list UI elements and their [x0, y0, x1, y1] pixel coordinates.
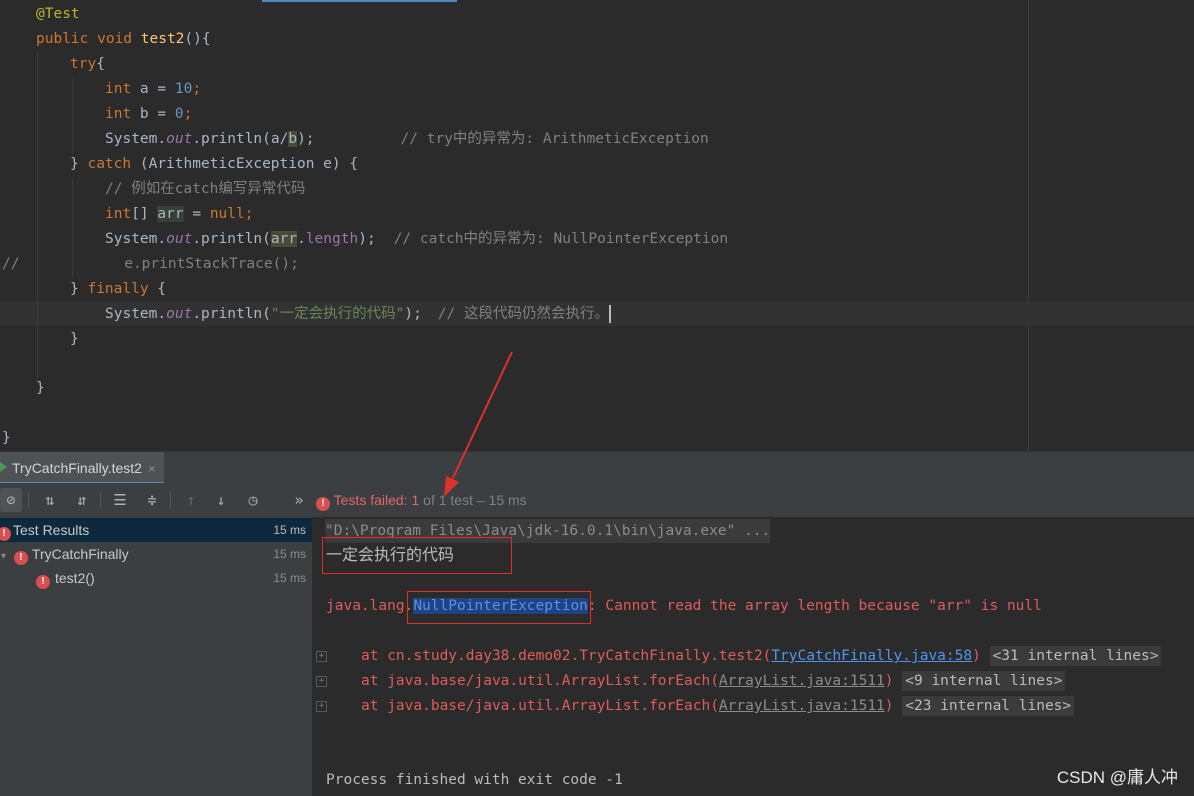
annotation-arrow — [444, 351, 513, 497]
watermark: CSDN @庸人冲 — [1056, 768, 1178, 787]
